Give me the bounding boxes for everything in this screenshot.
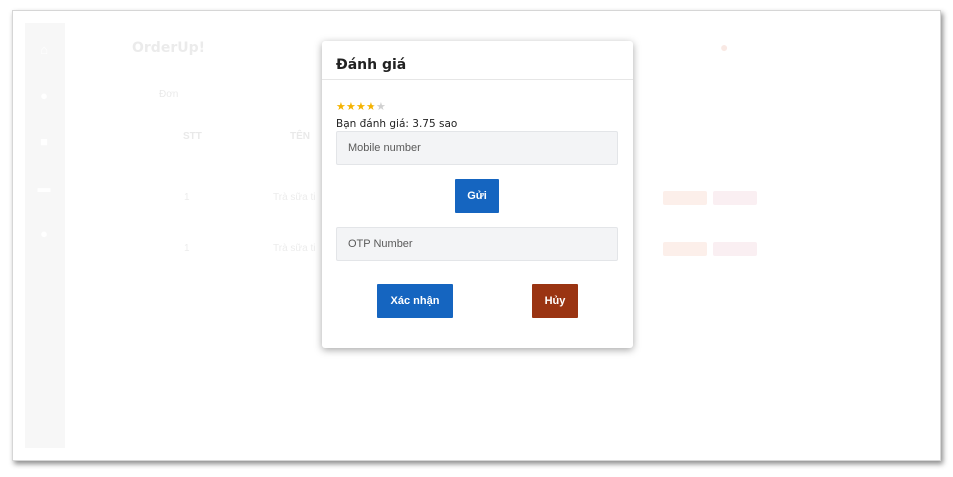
star-icon[interactable]: ★ [336, 101, 346, 113]
row-action-button[interactable] [663, 191, 707, 205]
star-icon[interactable]: ★ [346, 101, 356, 113]
sidebar: ⌂ ● ■ ▬ ● [25, 23, 65, 448]
row-action-button[interactable] [663, 242, 707, 256]
confirm-button[interactable]: Xác nhận [377, 284, 453, 318]
rating-text: Bạn đánh giá: 3.75 sao [336, 118, 458, 130]
modal-header: Đánh giá [322, 41, 633, 80]
app-window: ⌂ ● ■ ▬ ● OrderUp! ● Đơn STT TÊN 1 Trà s… [12, 10, 941, 461]
cart-icon[interactable]: ■ [37, 135, 51, 149]
row-action-button[interactable] [713, 242, 757, 256]
star-icon[interactable]: ★ [376, 101, 386, 113]
message-icon[interactable]: ▬ [37, 181, 51, 195]
header-stt: STT [183, 131, 202, 142]
star-rating[interactable]: ★★★★★ [336, 101, 386, 113]
row-name: Trà sữa ti [273, 192, 316, 203]
star-icon[interactable]: ★ [366, 101, 376, 113]
header-name: TÊN [290, 131, 310, 142]
send-otp-button[interactable]: Gửi [455, 179, 499, 213]
chat-icon[interactable]: ● [37, 89, 51, 103]
cancel-button[interactable]: Hủy [532, 284, 578, 318]
mobile-number-input[interactable] [336, 131, 618, 165]
rating-modal: Đánh giá ★★★★★ Bạn đánh giá: 3.75 sao Gử… [322, 41, 633, 348]
row-name: Trà sữa ti [273, 243, 316, 254]
breadcrumb[interactable]: Đơn [159, 89, 178, 100]
user-icon[interactable]: ● [37, 227, 51, 241]
row-stt: 1 [184, 192, 190, 203]
location-pin-icon[interactable]: ● [720, 39, 728, 55]
home-icon[interactable]: ⌂ [37, 43, 51, 57]
row-stt: 1 [184, 243, 190, 254]
star-icon[interactable]: ★ [356, 101, 366, 113]
otp-input[interactable] [336, 227, 618, 261]
row-action-button[interactable] [713, 191, 757, 205]
modal-title: Đánh giá [336, 57, 407, 73]
brand-logo[interactable]: OrderUp! [132, 40, 205, 56]
